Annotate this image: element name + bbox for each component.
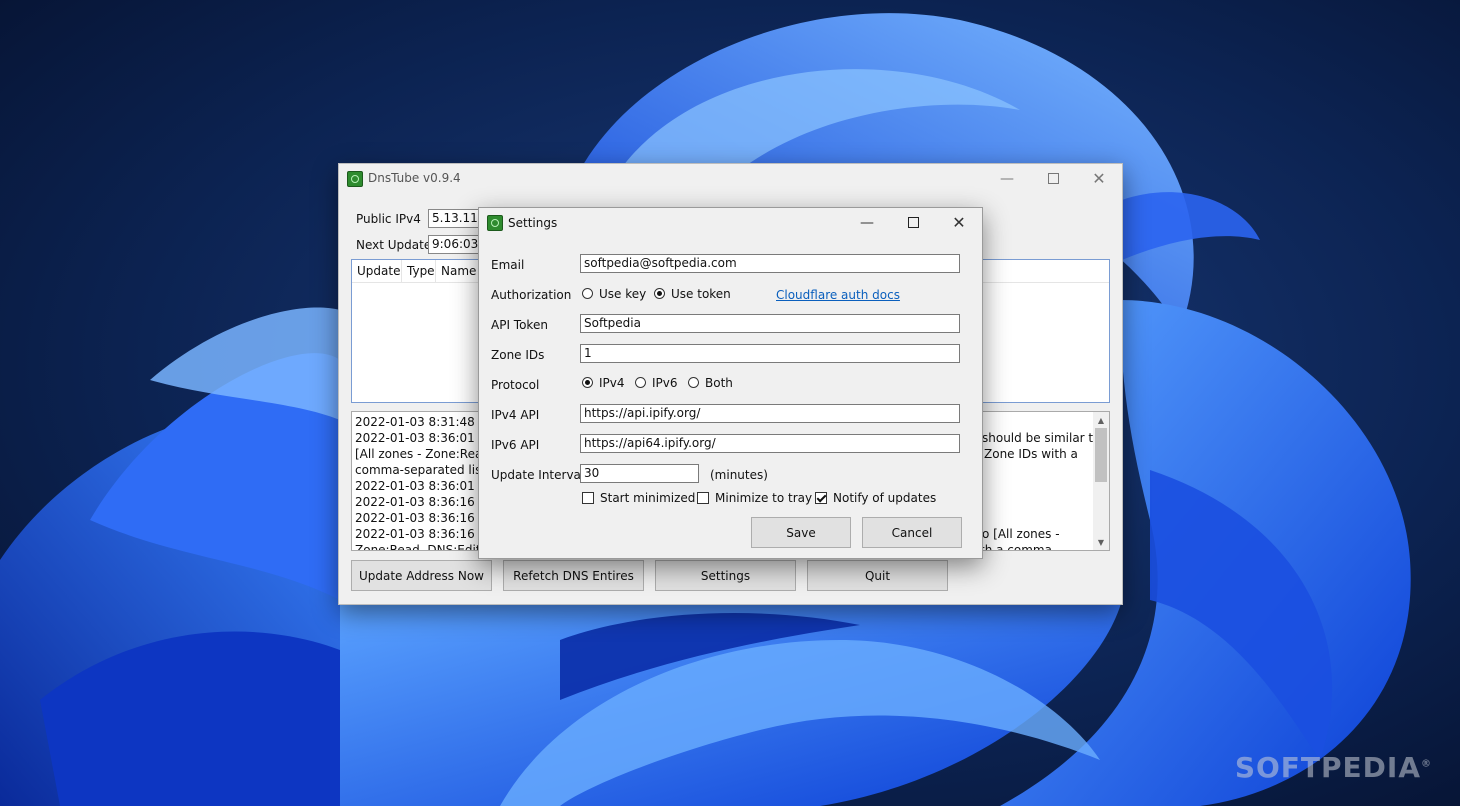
notify-of-updates-label[interactable]: Notify of updates [833,491,936,505]
settings-close-button[interactable]: ✕ [936,208,982,237]
column-type[interactable]: Type [402,260,436,282]
close-icon: ✕ [952,213,966,232]
authorization-label: Authorization [491,288,572,302]
use-token-radio[interactable] [654,288,665,299]
main-titlebar[interactable]: DnsTube v0.9.4 — ✕ [339,164,1122,193]
cancel-button[interactable]: Cancel [862,517,962,548]
save-button[interactable]: Save [751,517,851,548]
minimize-icon: — [860,214,874,231]
log-line: comma-separated list. [355,463,490,477]
maximize-icon [1047,173,1059,184]
log-line: 2022-01-03 8:36:16 AM [355,495,498,509]
next-update-label: Next Update [356,238,432,252]
log-line: 2022-01-03 8:31:48 AM [355,415,498,429]
zone-ids-field[interactable]: 1 [580,344,960,363]
minimize-button[interactable]: — [984,164,1030,193]
scroll-up-icon[interactable]: ▲ [1093,412,1109,428]
update-address-now-button[interactable]: Update Address Now [351,560,492,591]
ipv4-radio-label[interactable]: IPv4 [599,376,625,390]
log-line: [All zones - Zone:Read, [355,447,494,461]
ipv4-api-field[interactable]: https://api.ipify.org/ [580,404,960,423]
settings-dialog: Settings — ✕ Email softpedia@softpedia.c… [478,207,983,559]
ipv6-radio[interactable] [635,377,646,388]
update-interval-label: Update Interval [491,468,585,482]
both-radio-label[interactable]: Both [705,376,733,390]
scroll-thumb[interactable] [1095,428,1107,482]
column-update[interactable]: Update [352,260,402,282]
use-key-label[interactable]: Use key [599,287,646,301]
maximize-button[interactable] [1030,164,1076,193]
log-scrollbar[interactable]: ▲ ▼ [1093,412,1109,550]
close-icon: ✕ [1092,169,1106,188]
both-radio[interactable] [688,377,699,388]
softpedia-watermark: SOFTPEDIA® [1234,751,1432,784]
settings-title: Settings [508,216,558,230]
settings-button[interactable]: Settings [655,560,796,591]
minutes-label: (minutes) [710,468,768,482]
watermark-text: SOFTPEDIA [1234,751,1421,784]
log-line: 2022-01-03 8:36:01 AM [355,431,498,445]
ipv6-radio-label[interactable]: IPv6 [652,376,678,390]
email-label: Email [491,258,525,272]
settings-maximize-button[interactable] [890,208,936,237]
log-line: o [All zones - [982,527,1060,541]
use-token-label[interactable]: Use token [671,287,731,301]
public-ipv4-label: Public IPv4 [356,212,421,226]
log-line: 2022-01-03 8:36:16 AM [355,511,498,525]
scroll-down-icon[interactable]: ▼ [1093,534,1109,550]
maximize-icon [907,217,919,228]
start-minimized-label[interactable]: Start minimized [600,491,695,505]
app-icon [487,215,503,231]
log-line: should be similar to [982,431,1101,445]
use-key-radio[interactable] [582,288,593,299]
app-icon [347,171,363,187]
ipv6-api-field[interactable]: https://api64.ipify.org/ [580,434,960,453]
refetch-dns-entries-button[interactable]: Refetch DNS Entires [503,560,644,591]
email-field[interactable]: softpedia@softpedia.com [580,254,960,273]
quit-button[interactable]: Quit [807,560,948,591]
main-window-title: DnsTube v0.9.4 [368,171,461,185]
log-line: 2022-01-03 8:36:01 AM [355,479,498,493]
minimize-to-tray-label[interactable]: Minimize to tray [715,491,812,505]
settings-minimize-button[interactable]: — [844,208,890,237]
close-button[interactable]: ✕ [1076,164,1122,193]
minimize-icon: — [1000,170,1014,187]
api-token-field[interactable]: Softpedia [580,314,960,333]
log-line: th a comma- [980,543,1057,551]
ipv4-radio[interactable] [582,377,593,388]
protocol-label: Protocol [491,378,540,392]
zone-ids-label: Zone IDs [491,348,545,362]
log-line: Zone IDs with a [984,447,1078,461]
ipv4-api-label: IPv4 API [491,408,540,422]
cloudflare-auth-docs-link[interactable]: Cloudflare auth docs [776,288,900,302]
notify-of-updates-checkbox[interactable] [815,492,827,504]
settings-titlebar[interactable]: Settings — ✕ [479,208,982,238]
minimize-to-tray-checkbox[interactable] [697,492,709,504]
ipv6-api-label: IPv6 API [491,438,540,452]
api-token-label: API Token [491,318,548,332]
start-minimized-checkbox[interactable] [582,492,594,504]
log-line: 2022-01-03 8:36:16 AM [355,527,498,541]
update-interval-field[interactable]: 30 [580,464,699,483]
